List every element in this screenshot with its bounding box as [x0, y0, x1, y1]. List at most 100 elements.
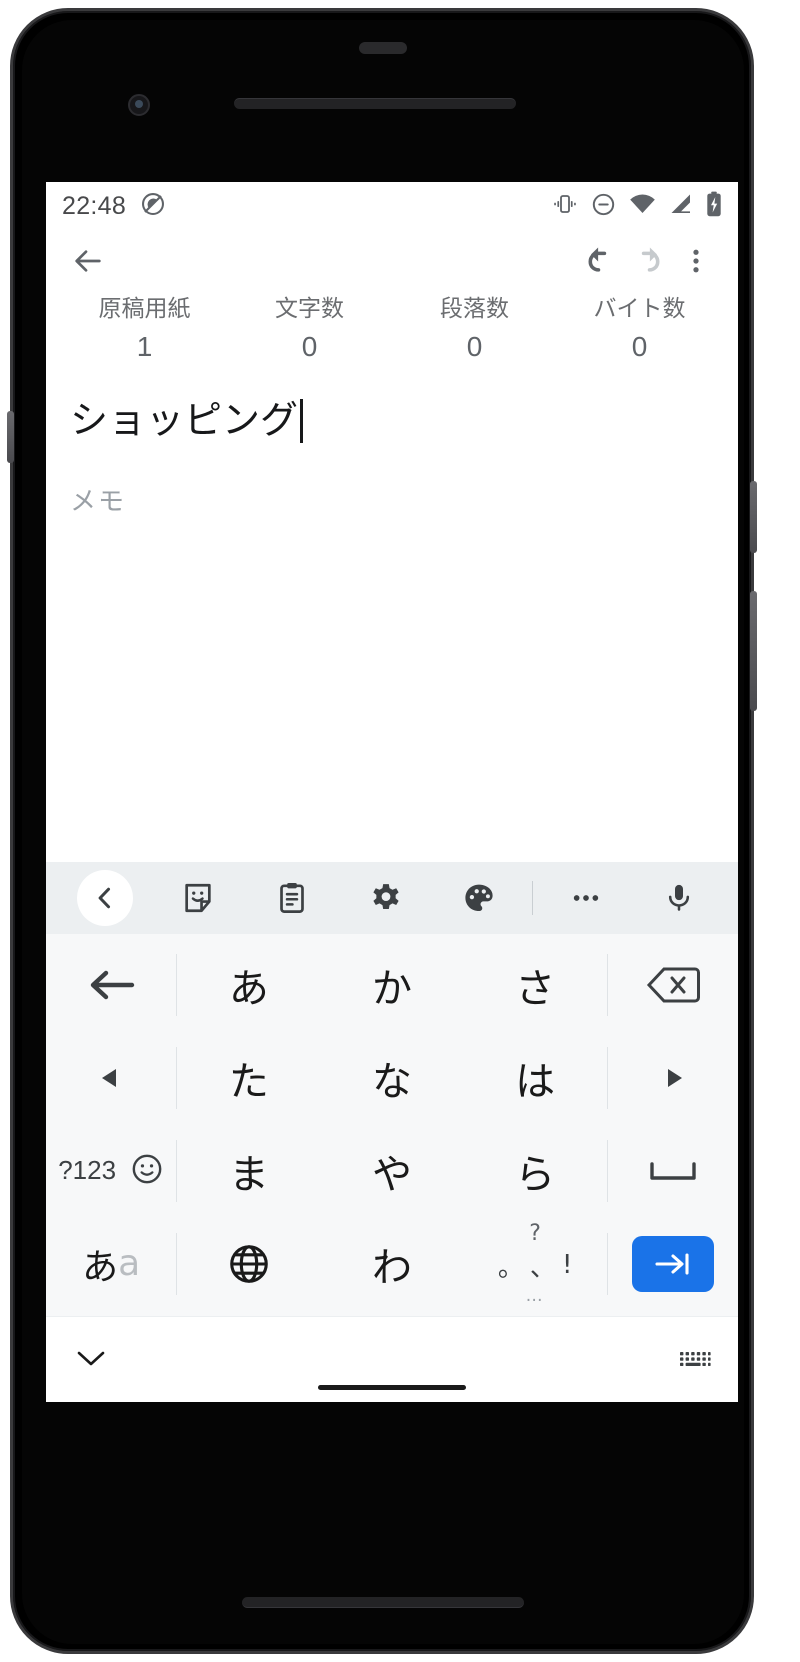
key-ra[interactable]: ら [464, 1124, 607, 1217]
space-key[interactable] [608, 1124, 738, 1217]
phone-device-frame: 22:48 原稿用紙 1 文字数 0 段落数 0 バイト数 0 ショッピング メ… [7, 8, 757, 1654]
note-title-input[interactable]: ショッピング [70, 397, 714, 445]
earpiece-grille [234, 98, 516, 109]
keyboard-settings-button[interactable] [339, 862, 433, 934]
cursor-right-key[interactable] [608, 1031, 738, 1124]
triangle-right-icon [667, 1068, 682, 1087]
key-ta[interactable]: た [177, 1031, 320, 1124]
arrow-left-return-icon [90, 970, 135, 999]
dnd-icon [591, 192, 616, 221]
language-globe-key[interactable] [177, 1217, 320, 1310]
status-right-icons [552, 191, 722, 221]
space-bar-icon [650, 1161, 696, 1180]
emoji-icon[interactable] [130, 1152, 164, 1190]
stat-paragraph-count: 段落数 0 [392, 294, 557, 365]
keyboard-row: あ か さ [46, 938, 738, 1031]
wifi-icon [629, 193, 656, 219]
status-left-icons [140, 191, 166, 221]
keyboard-sticker-button[interactable] [152, 862, 246, 934]
enter-key[interactable] [608, 1217, 738, 1310]
enter-key-surface [631, 1235, 714, 1292]
keyboard-toolbar-divider [531, 881, 533, 915]
punct-hint-question: ? [529, 1220, 541, 1246]
bottom-speaker-grille [242, 1597, 524, 1608]
settings-gear-icon [372, 884, 399, 910]
note-body-input[interactable]: メモ [70, 481, 714, 518]
keyboard-keys: あ か さ た な は ?123 ま や ら あ a わ ? 。 、 ! … [46, 934, 738, 1316]
alpha-glyph: a [118, 1243, 141, 1284]
punct-exclaim: ! [561, 1250, 573, 1280]
undo-button[interactable] [576, 237, 624, 285]
key-wa[interactable]: わ [320, 1217, 463, 1310]
stat-label: 原稿用紙 [98, 296, 191, 322]
gesture-home-pill[interactable] [318, 1385, 466, 1390]
chevron-left-icon [98, 887, 110, 909]
punct-main-glyphs: 。 、 ! [498, 1247, 572, 1284]
volume-button[interactable] [750, 591, 757, 711]
left-side-button[interactable] [7, 411, 14, 463]
power-button[interactable] [750, 481, 757, 553]
key-ha[interactable]: は [464, 1031, 607, 1124]
key-ya[interactable]: や [320, 1124, 463, 1217]
signal-icon [669, 193, 693, 219]
backspace-left-arrow-key[interactable] [46, 938, 176, 1031]
clipboard-icon [280, 882, 304, 913]
more-horizontal-icon [573, 895, 598, 901]
stat-label: 段落数 [440, 296, 509, 322]
punct-ten: 、 [529, 1252, 556, 1283]
status-bar: 22:48 [46, 182, 738, 230]
status-time: 22:48 [62, 191, 127, 220]
keyboard-clipboard-button[interactable] [245, 862, 339, 934]
note-title-text: ショッピング [70, 398, 299, 443]
keyboard-row: た な は [46, 1031, 738, 1124]
microphone-icon [669, 884, 690, 911]
front-camera-icon [128, 94, 150, 116]
software-keyboard: あ か さ た な は ?123 ま や ら あ a わ ? 。 、 ! … [46, 862, 738, 1402]
punctuation-key[interactable]: ? 。 、 ! … [464, 1217, 607, 1310]
keyboard-voice-button[interactable] [632, 862, 726, 934]
overflow-menu-button[interactable] [672, 237, 720, 285]
keyboard-row: ?123 ま や ら [46, 1124, 738, 1217]
keyboard-switch-icon [680, 1351, 711, 1366]
punct-more-hint: … [525, 1285, 545, 1306]
stat-label: バイト数 [593, 296, 686, 322]
document-stats-row: 原稿用紙 1 文字数 0 段落数 0 バイト数 0 [46, 292, 738, 379]
stat-byte-count: バイト数 0 [557, 294, 722, 365]
kana-alpha-toggle-key[interactable]: あa [46, 1217, 176, 1310]
key-ka[interactable]: か [320, 938, 463, 1031]
keyboard-expand-back-button[interactable] [58, 862, 152, 934]
back-button[interactable] [64, 237, 112, 285]
stat-manuscript-pages: 原稿用紙 1 [62, 294, 227, 365]
text-caret [300, 399, 304, 444]
key-na[interactable]: な [320, 1031, 463, 1124]
navigation-bar [46, 1316, 738, 1402]
redo-button[interactable] [624, 237, 672, 285]
palette-icon [465, 884, 493, 912]
sticker-icon [185, 883, 212, 913]
stat-value: 0 [301, 331, 318, 363]
collapse-keyboard-button[interactable] [72, 1345, 110, 1375]
switch-input-method-button[interactable] [678, 1345, 712, 1375]
stat-character-count: 文字数 0 [227, 294, 392, 365]
key-sa[interactable]: さ [464, 938, 607, 1031]
cursor-left-key[interactable] [46, 1031, 176, 1124]
chevron-down-icon [77, 1351, 105, 1365]
keyboard-more-button[interactable] [539, 862, 633, 934]
key-a[interactable]: あ [177, 938, 320, 1031]
screen-bezel: 22:48 原稿用紙 1 文字数 0 段落数 0 バイト数 0 ショッピング メ… [22, 20, 744, 1644]
app-bar [46, 230, 738, 292]
symbols-key[interactable]: ?123 [46, 1124, 176, 1217]
globe-icon [230, 1244, 268, 1283]
arrow-right-to-bar-icon [655, 1252, 689, 1275]
key-ma[interactable]: ま [177, 1124, 320, 1217]
stat-label: 文字数 [275, 296, 344, 322]
backspace-delete-icon [646, 967, 700, 1002]
vibrate-icon [552, 192, 578, 220]
kana-glyph: あ [82, 1246, 119, 1288]
keyboard-theme-button[interactable] [432, 862, 526, 934]
delete-key[interactable] [608, 938, 738, 1031]
triangle-left-icon [102, 1068, 117, 1087]
stat-value: 0 [631, 331, 648, 363]
punct-maru: 。 [497, 1252, 524, 1283]
keyboard-row: あa わ ? 。 、 ! … [46, 1217, 738, 1310]
